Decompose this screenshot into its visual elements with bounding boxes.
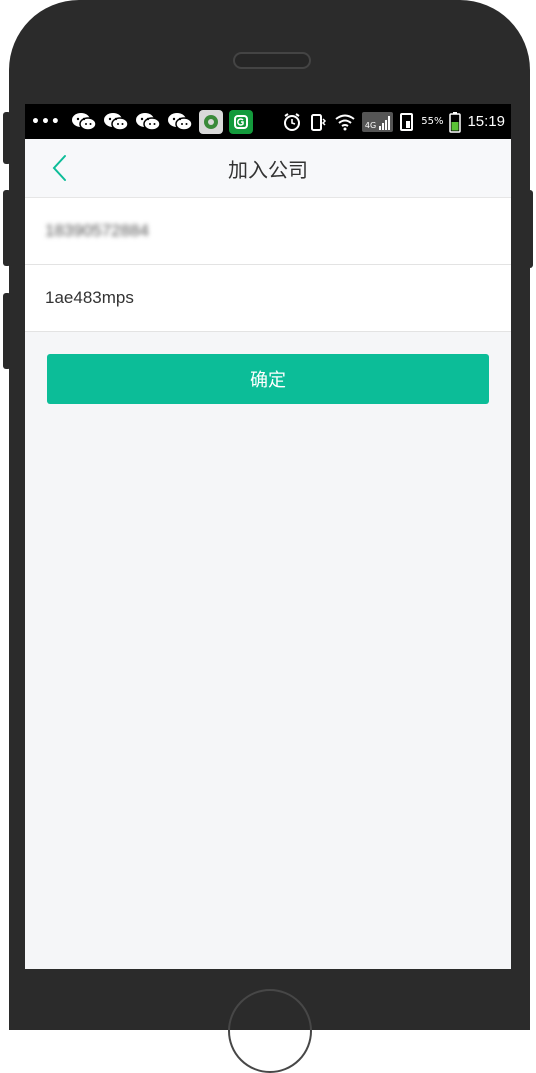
green-app-icon (228, 109, 253, 134)
page-title: 加入公司 (228, 157, 308, 182)
phone-field[interactable] (25, 198, 511, 265)
status-bar-system: 4G 55% 15:19 (282, 111, 505, 133)
battery-percent: 55% (421, 116, 444, 127)
chevron-left-icon[interactable] (47, 153, 77, 183)
status-bar-notifications: ••• (31, 109, 253, 134)
alarm-icon (283, 112, 300, 131)
wifi-icon (335, 114, 355, 130)
phone-input[interactable] (45, 221, 491, 241)
code-field[interactable] (25, 265, 511, 332)
wechat-icon (103, 112, 129, 131)
wechat-icon (135, 112, 161, 131)
confirm-button[interactable]: 确定 (47, 354, 489, 404)
wechat-icon (71, 112, 97, 131)
signal-icon: 4G (361, 111, 394, 132)
battery-icon (449, 111, 462, 133)
home-button[interactable] (228, 989, 312, 1073)
nav-bar: 加入公司 (25, 139, 511, 198)
status-bar: ••• 4G 55% 15:19 (25, 104, 511, 139)
wechat-icon (167, 112, 193, 131)
status-time: 15:19 (467, 113, 505, 130)
phone-speaker (233, 52, 311, 69)
sim-icon (400, 112, 414, 131)
app-screen: ••• 4G 55% 15:19 加入公司 18390572884 1ae483… (25, 104, 511, 969)
gear-app-icon (198, 109, 223, 134)
more-dots-icon: ••• (31, 113, 61, 130)
vibrate-icon (310, 113, 326, 131)
network-type: 4G (364, 120, 377, 130)
company-code-input[interactable] (45, 288, 491, 308)
